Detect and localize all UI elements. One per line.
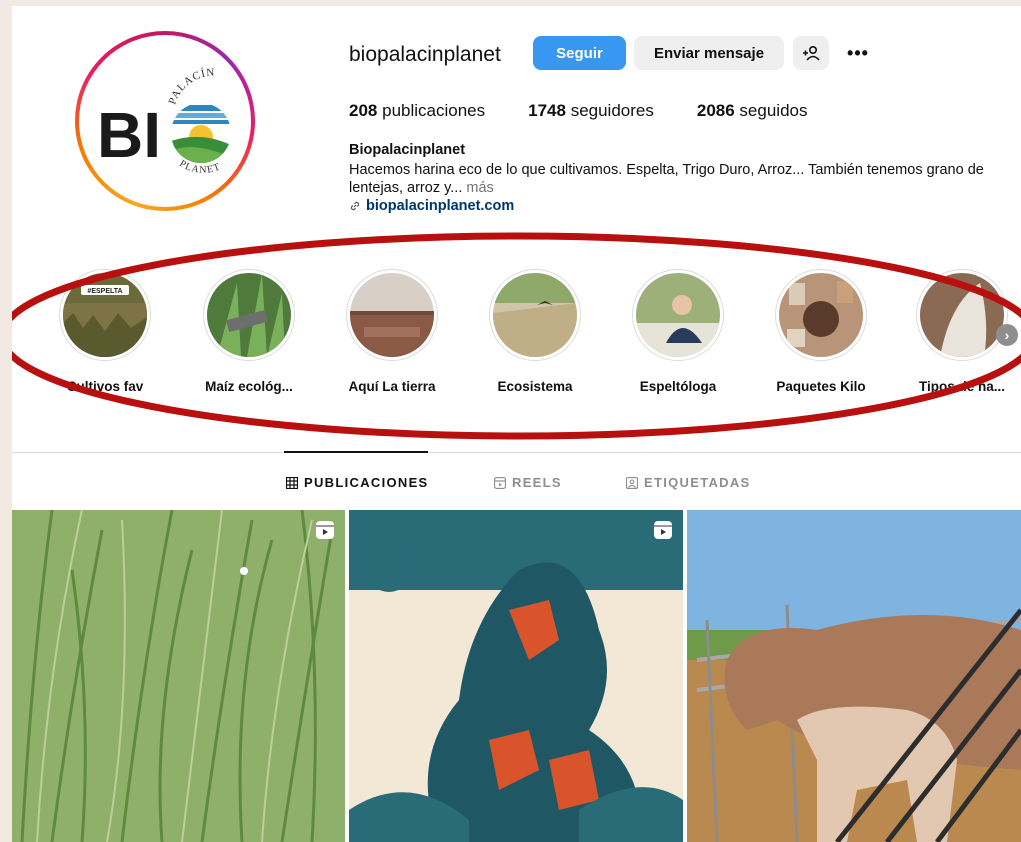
profile-stats: 208 publicaciones 1748 seguidores 2086 s… — [349, 101, 807, 121]
following-label: seguidos — [739, 101, 808, 120]
tab-reels[interactable]: REELS — [494, 475, 562, 490]
annotation-ellipse — [12, 232, 1021, 440]
reels-icon — [494, 476, 506, 489]
tagged-icon — [626, 476, 638, 489]
post-tile[interactable] — [349, 510, 683, 842]
following-count: 2086 — [696, 101, 735, 120]
logo-arc-top: PALACÍN — [166, 67, 214, 106]
posts-stat[interactable]: 208 publicaciones — [349, 101, 485, 121]
link-icon — [350, 201, 360, 211]
reel-badge-icon — [316, 521, 334, 539]
posts-count: 208 — [349, 101, 378, 120]
bio-more-link[interactable]: más — [466, 180, 493, 196]
tab-etiquetadas[interactable]: ETIQUETADAS — [626, 475, 751, 490]
bio-description: Hacemos harina eco de lo que cultivamos.… — [349, 162, 984, 196]
posts-label: publicaciones — [382, 101, 486, 120]
followers-stat[interactable]: 1748 seguidores — [528, 101, 654, 121]
profile-page: BI PALACÍN PLANET biopalacinplanet Segui… — [12, 6, 1021, 842]
post-tile[interactable] — [12, 510, 345, 842]
post-image-cows — [687, 510, 1021, 842]
profile-avatar[interactable]: BI PALACÍN PLANET — [75, 31, 255, 211]
more-options-icon[interactable]: ••• — [840, 36, 876, 70]
post-image-grass — [12, 510, 345, 842]
tab-label: PUBLICACIONES — [304, 475, 429, 490]
grid-icon — [286, 476, 298, 489]
post-image-illustration — [349, 510, 683, 842]
tab-publicaciones[interactable]: PUBLICACIONES — [286, 475, 429, 490]
svg-text:PALACÍN: PALACÍN — [166, 67, 215, 106]
tab-label: REELS — [512, 475, 562, 490]
post-tile[interactable] — [687, 510, 1021, 842]
logo-text: BI — [97, 99, 161, 171]
profile-username: biopalacinplanet — [349, 43, 501, 66]
bio-name: Biopalacinplanet — [349, 142, 466, 158]
followers-label: seguidores — [570, 101, 654, 120]
follow-button[interactable]: Seguir — [533, 36, 626, 70]
bio-text: Hacemos harina eco de lo que cultivamos.… — [349, 161, 1009, 197]
tabs-divider — [12, 452, 1021, 453]
followers-count: 1748 — [528, 101, 566, 120]
tab-label: ETIQUETADAS — [644, 475, 751, 490]
brand-logo: BI PALACÍN PLANET — [97, 67, 231, 176]
bio-website-link[interactable]: biopalacinplanet.com — [349, 198, 514, 214]
send-message-button[interactable]: Enviar mensaje — [634, 36, 784, 70]
suggest-people-button[interactable] — [793, 36, 829, 70]
following-stat[interactable]: 2086 seguidos — [697, 101, 808, 121]
reel-badge-icon — [654, 521, 672, 539]
active-tab-indicator — [284, 451, 428, 453]
add-person-icon — [803, 45, 820, 61]
website-url: biopalacinplanet.com — [366, 198, 515, 214]
